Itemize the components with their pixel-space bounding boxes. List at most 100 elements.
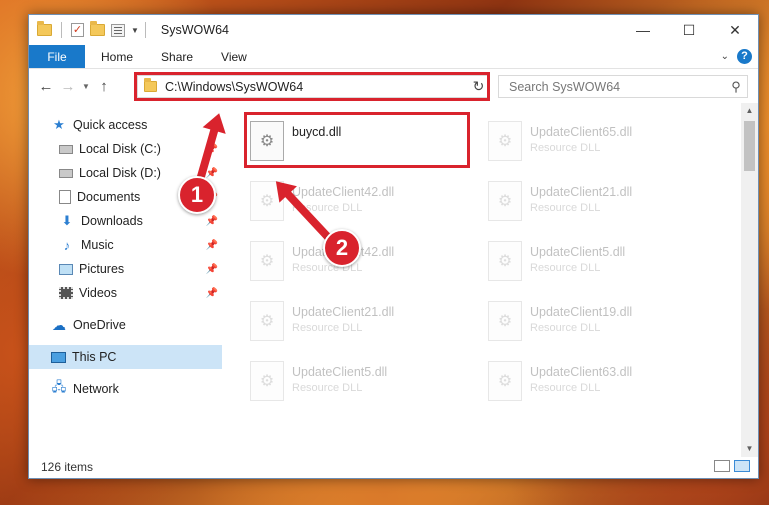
file-type: Resource DLL <box>530 142 601 154</box>
pin-icon: 📌 <box>205 287 218 299</box>
computer-icon <box>51 351 66 363</box>
up-button[interactable]: ↑ <box>93 78 115 95</box>
cloud-icon: ☁ <box>52 316 66 333</box>
sidebar-item-label: Downloads <box>81 214 143 228</box>
sidebar-item-label: Documents <box>77 190 141 204</box>
search-icon[interactable]: ⚲ <box>725 79 747 95</box>
file-name: UpdateClient21.dll <box>292 305 395 319</box>
file-item[interactable]: ⚙ UpdateClient21.dll Resource DLL <box>486 177 706 229</box>
dll-gear-icon: ⚙ <box>488 361 522 401</box>
forward-button[interactable]: → <box>57 78 79 95</box>
file-type: Resource DLL <box>530 262 601 274</box>
drive-icon <box>59 144 73 154</box>
expand-ribbon-chevron-icon[interactable]: ⌄ <box>721 51 729 62</box>
file-item[interactable]: ⚙ UpdateClient5.dll Resource DLL <box>486 237 706 289</box>
title-bar: ✓ ▼ SysWOW64 — ☐ ✕ <box>29 15 758 45</box>
pin-icon: 📌 <box>205 215 218 227</box>
large-icons-view-icon[interactable] <box>734 460 750 472</box>
folder-icon <box>37 21 52 36</box>
file-name: UpdateClient63.dll <box>530 365 633 379</box>
sidebar-item-local-disk-c[interactable]: Local Disk (C:) 📌 <box>29 137 224 161</box>
file-item[interactable]: ⚙ UpdateClient65.dll Resource DLL <box>486 117 706 169</box>
sidebar-item-label: Pictures <box>79 262 125 276</box>
tab-view[interactable]: View <box>207 45 261 68</box>
file-type: Resource DLL <box>530 382 601 394</box>
network-icon: 🖧 <box>51 379 67 394</box>
view-switcher <box>714 460 750 472</box>
file-highlight-box <box>244 112 470 168</box>
sidebar-item-music[interactable]: ♪ Music 📌 <box>29 233 224 257</box>
star-icon: ★ <box>53 117 65 132</box>
dll-gear-icon: ⚙ <box>488 301 522 341</box>
help-icon[interactable]: ? <box>737 49 752 64</box>
file-list: ⚙ buycd.dll ⚙ UpdateClient65.dll Resourc… <box>224 103 758 457</box>
dll-gear-icon: ⚙ <box>250 241 284 281</box>
properties-check-icon[interactable]: ✓ <box>71 23 84 37</box>
pin-icon: 📌 <box>205 239 218 251</box>
file-name: UpdateClient5.dll <box>530 245 626 259</box>
sidebar-item-label: Local Disk (C:) <box>79 142 161 156</box>
sidebar-item-this-pc[interactable]: This PC <box>29 345 222 369</box>
scroll-up-arrow-icon[interactable]: ▲ <box>741 103 758 119</box>
sidebar-item-pictures[interactable]: Pictures 📌 <box>29 257 224 281</box>
sidebar-item-label: This PC <box>72 350 117 364</box>
back-button[interactable]: ← <box>35 78 57 95</box>
music-note-icon: ♪ <box>63 237 71 253</box>
pin-icon: 📌 <box>205 167 218 179</box>
customize-toolbar-icon[interactable]: ▼ <box>131 26 139 35</box>
ribbon-right-controls: ⌄ ? <box>721 49 752 64</box>
sidebar-item-network[interactable]: 🖧 Network <box>29 377 224 401</box>
sidebar-item-label: Quick access <box>73 118 148 132</box>
window-title: SysWOW64 <box>160 23 229 37</box>
film-strip-icon <box>59 287 73 299</box>
sidebar-item-label: Network <box>73 382 119 396</box>
search-input[interactable]: Search SysWOW64 ⚲ <box>498 75 748 98</box>
sidebar-item-quick-access[interactable]: ★ Quick access <box>29 113 224 137</box>
vertical-scrollbar[interactable]: ▲ ▼ <box>741 103 758 457</box>
sidebar-item-videos[interactable]: Videos 📌 <box>29 281 224 305</box>
dll-gear-icon: ⚙ <box>250 301 284 341</box>
pictures-icon <box>59 263 73 275</box>
details-view-icon[interactable] <box>714 460 730 472</box>
navigation-bar: ← → ▼ ↑ C:\Windows\SysWOW64 ▼ ↻ Search S… <box>29 69 758 103</box>
explorer-window: ✓ ▼ SysWOW64 — ☐ ✕ File Home Share View … <box>28 14 759 479</box>
sidebar-item-label: Videos <box>79 286 117 300</box>
sidebar-item-label: Local Disk (D:) <box>79 166 161 180</box>
pin-icon: 📌 <box>205 263 218 275</box>
ribbon-tabs: File Home Share View ⌄ ? <box>29 45 758 69</box>
file-item[interactable]: ⚙ UpdateClient19.dll Resource DLL <box>486 297 706 349</box>
file-type: Resource DLL <box>530 322 601 334</box>
recent-locations-chevron-icon[interactable]: ▼ <box>79 82 93 91</box>
dll-gear-icon: ⚙ <box>488 181 522 221</box>
title-divider <box>144 22 146 38</box>
scroll-thumb[interactable] <box>744 121 755 171</box>
toolbar-divider <box>61 22 62 38</box>
item-count: 126 items <box>41 459 94 474</box>
sidebar-item-label: OneDrive <box>73 318 126 332</box>
quick-access-toolbar: ✓ ▼ <box>29 21 139 38</box>
search-placeholder: Search SysWOW64 <box>509 79 621 94</box>
properties-icon[interactable] <box>111 23 125 37</box>
documents-icon <box>59 190 71 204</box>
tab-home[interactable]: Home <box>85 45 147 68</box>
tab-share[interactable]: Share <box>147 45 207 68</box>
dll-gear-icon: ⚙ <box>488 121 522 161</box>
file-type: Resource DLL <box>530 202 601 214</box>
tab-file[interactable]: File <box>29 45 85 68</box>
new-folder-icon[interactable] <box>90 21 105 36</box>
maximize-button[interactable]: ☐ <box>666 15 712 45</box>
step1-badge: 1 <box>178 176 216 214</box>
dll-gear-icon: ⚙ <box>250 361 284 401</box>
navigation-pane: ★ Quick access Local Disk (C:) 📌 Local D… <box>29 103 224 457</box>
close-button[interactable]: ✕ <box>712 15 758 45</box>
file-item[interactable]: ⚙ UpdateClient5.dll Resource DLL <box>248 357 468 409</box>
file-item[interactable]: ⚙ UpdateClient63.dll Resource DLL <box>486 357 706 409</box>
sidebar-item-onedrive[interactable]: ☁ OneDrive <box>29 313 224 337</box>
drive-icon <box>59 168 73 178</box>
status-bar: 126 items <box>29 455 758 478</box>
file-item[interactable]: ⚙ UpdateClient21.dll Resource DLL <box>248 297 468 349</box>
sidebar-item-label: Music <box>81 238 114 252</box>
file-type: Resource DLL <box>292 322 363 334</box>
file-name: UpdateClient19.dll <box>530 305 633 319</box>
minimize-button[interactable]: — <box>620 15 666 45</box>
